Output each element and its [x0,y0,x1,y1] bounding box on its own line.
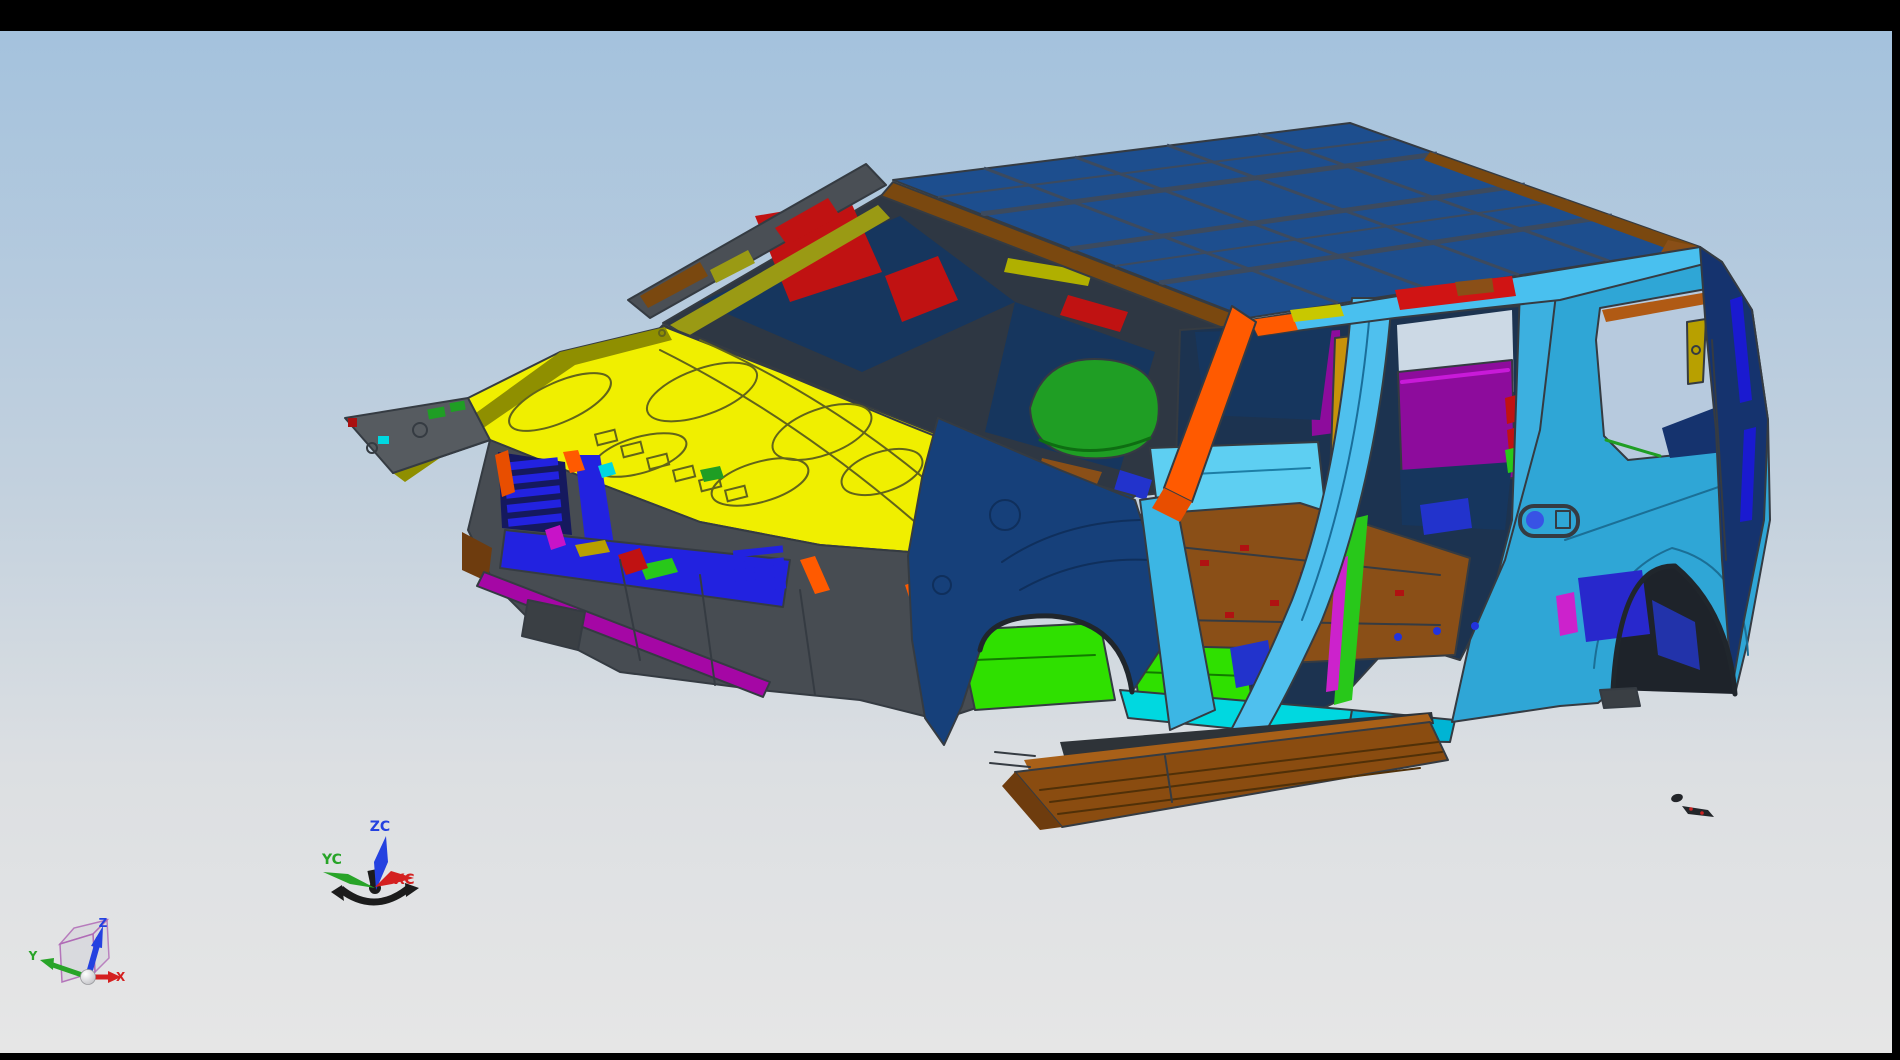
bottom-frame-bar [0,1053,1900,1060]
plug-hole[interactable] [1433,627,1441,635]
cad-application-window: ZC YC XC Z Y X [0,0,1900,1060]
arch-front-tab[interactable] [1600,688,1640,708]
wcs-x-label: XC [394,872,415,888]
quarter-window-bracket[interactable] [1687,319,1706,384]
speck-red-dot [1700,811,1704,815]
viewport-canvas[interactable]: ZC YC XC Z Y X [0,0,1900,1060]
datum-origin-sphere[interactable] [81,970,96,985]
wcs-z-label: ZC [370,819,390,835]
fender-red-dot[interactable] [348,418,357,427]
datum-x-label: X [116,970,126,984]
speck-red-dot [1689,807,1693,811]
datum-y-label: Y [28,949,38,963]
top-frame-bar [0,0,1900,31]
right-frame-bar [1892,0,1900,1060]
datum-z-label: Z [99,916,108,930]
fender-teal-bit[interactable] [378,436,389,444]
plug-hole[interactable] [1471,622,1479,630]
plug-hole[interactable] [1394,633,1402,641]
wcs-y-label: YC [321,852,342,868]
